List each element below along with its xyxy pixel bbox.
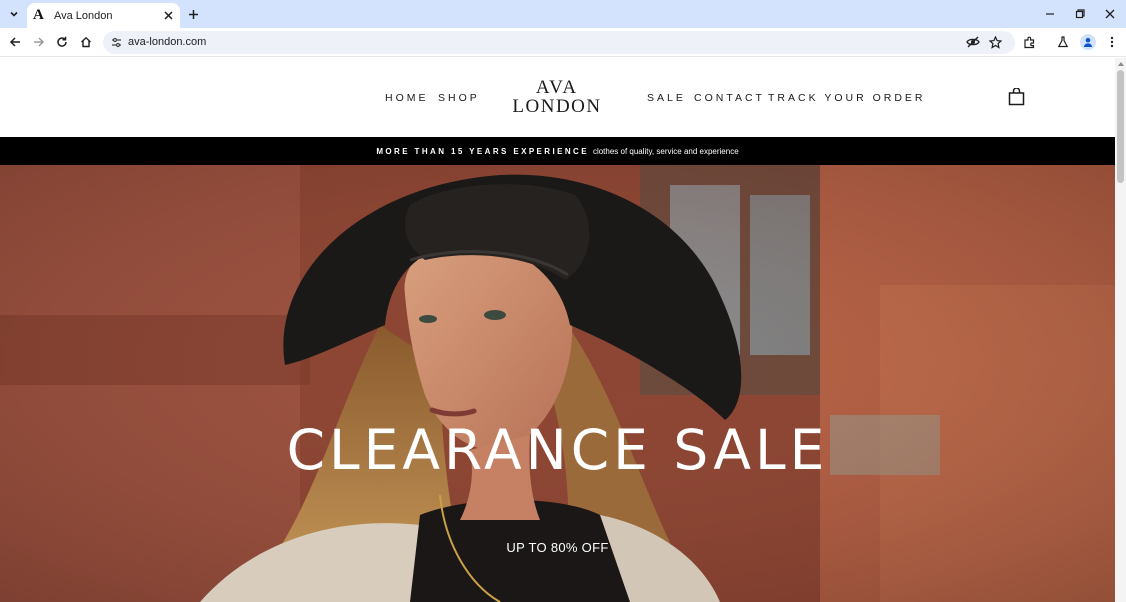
hero-banner[interactable]: CLEARANCE SALE UP TO 80% OFF [0,165,1115,602]
minimize-icon [1046,13,1054,15]
tab-close-button[interactable] [161,8,175,22]
tracking-protection-button[interactable] [965,34,981,50]
nav-sale[interactable]: SALE [647,92,686,104]
shopping-bag-icon [1008,87,1025,106]
tune-icon [111,37,121,47]
nav-shop[interactable]: SHOP [438,92,480,104]
tab-strip: A Ava London [0,0,1126,28]
browser-menu-button[interactable] [1103,33,1121,51]
forward-button[interactable] [30,33,48,51]
arrow-left-icon [9,37,20,47]
reload-button[interactable] [53,33,71,51]
profile-button[interactable] [1080,34,1096,50]
address-bar[interactable]: ava-london.com [103,31,1015,54]
scrollbar-thumb[interactable] [1117,70,1124,183]
new-tab-button[interactable] [184,5,202,23]
star-icon [988,35,1002,49]
nav-home[interactable]: HOME [385,92,429,104]
home-button[interactable] [77,33,95,51]
hero-photo [0,165,1115,602]
back-button[interactable] [6,33,24,51]
plus-icon [188,9,198,19]
nav-contact[interactable]: CONTACT [694,92,765,104]
browser-toolbar: ava-london.com [0,28,1126,57]
tab-search-button[interactable] [4,4,24,24]
extensions-button[interactable] [1020,33,1038,51]
site-logo[interactable]: AVA LONDON [506,78,608,116]
reload-icon [57,36,67,47]
minimize-button[interactable] [1041,5,1059,23]
scroll-up-arrow-icon[interactable] [1118,62,1124,66]
labs-button[interactable] [1054,33,1072,51]
tab-title: Ava London [54,9,113,22]
logo-line-london: LONDON [512,96,602,117]
announcement-bar: MORE THAN 15 YEARS EXPERIENCE clothes of… [0,137,1115,165]
eye-off-icon [966,36,980,48]
web-page: HOME SHOP AVA LONDON SALE CONTACT TRACK … [0,58,1115,602]
page-scrollbar[interactable] [1115,58,1126,602]
logo-line-ava: AVA [535,77,579,98]
announcement-text: clothes of quality, service and experien… [592,146,739,156]
close-window-button[interactable] [1101,5,1119,23]
profile-icon [1083,37,1093,47]
announcement-highlight: MORE THAN 15 YEARS EXPERIENCE [376,146,589,156]
home-icon [81,36,91,48]
kebab-menu-icon [1110,36,1114,48]
site-info-button[interactable] [109,35,123,49]
flask-icon [1057,36,1069,48]
site-header: HOME SHOP AVA LONDON SALE CONTACT TRACK … [0,58,1115,137]
restore-button[interactable] [1071,5,1089,23]
hero-subtitle: UP TO 80% OFF [506,540,609,555]
bookmark-button[interactable] [987,34,1003,50]
nav-track-order[interactable]: TRACK YOUR ORDER [768,92,926,104]
active-tab[interactable]: A Ava London [27,3,180,28]
puzzle-icon [1023,36,1034,48]
arrow-right-icon [34,37,45,47]
site-favicon-icon: A [33,7,44,23]
close-icon [163,10,173,20]
hero-title: CLEARANCE SALE [286,418,829,482]
close-icon [1105,9,1115,19]
chevron-down-icon [10,11,18,17]
url-text[interactable]: ava-london.com [128,36,206,48]
cart-button[interactable] [1008,87,1025,106]
restore-icon [1075,9,1085,19]
